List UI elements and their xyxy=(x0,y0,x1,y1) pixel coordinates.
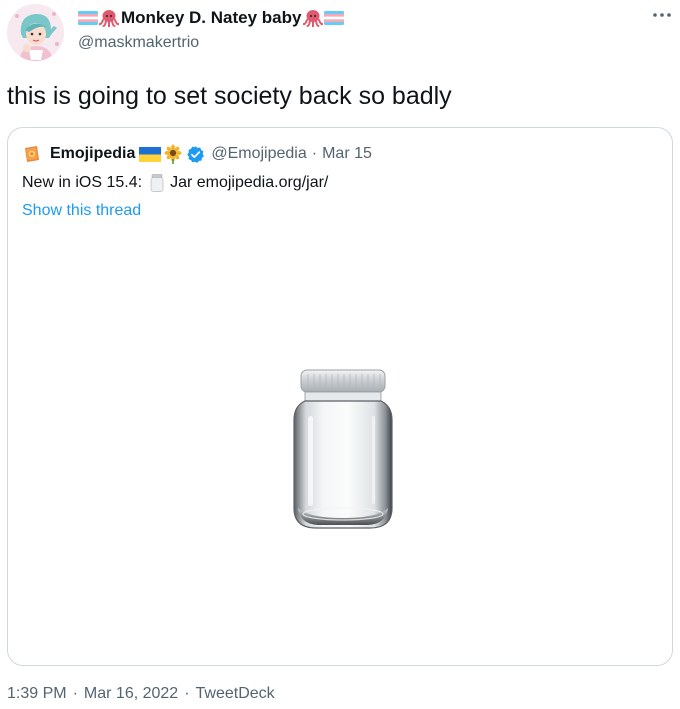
quoted-text-prefix: New in iOS 15.4: xyxy=(22,174,143,191)
quoted-date[interactable]: Mar 15 xyxy=(322,145,372,163)
sunflower-icon xyxy=(163,144,183,164)
jar-image[interactable] xyxy=(288,368,398,532)
octopus-icon xyxy=(303,9,324,27)
tweet-text: this is going to set society back so bad… xyxy=(7,82,452,110)
octopus-icon xyxy=(99,9,119,27)
author-avatar[interactable] xyxy=(7,4,64,61)
emojipedia-avatar xyxy=(22,144,42,164)
author-name-text: Monkey D. Natey baby xyxy=(121,8,302,27)
author-display-name[interactable]: Monkey D. Natey baby xyxy=(78,8,345,28)
dot-separator: · xyxy=(72,685,78,702)
tweet-metadata: 1:39 PM · Mar 16, 2022 · TweetDeck xyxy=(7,685,275,703)
jar-emoji-icon xyxy=(150,174,164,192)
verified-badge-icon xyxy=(186,145,205,164)
show-thread-link[interactable]: Show this thread xyxy=(22,202,141,220)
trans-flag-icon xyxy=(324,11,345,25)
dot-separator: · xyxy=(184,685,190,702)
quoted-handle[interactable]: @Emojipedia xyxy=(211,145,306,163)
trans-flag-icon xyxy=(78,11,98,25)
quoted-tweet-text: New in iOS 15.4: Jar emojipedia.org/jar/ xyxy=(22,174,328,192)
tweet-date[interactable]: Mar 16, 2022 xyxy=(84,685,178,703)
tweet-source[interactable]: TweetDeck xyxy=(196,685,275,703)
tweet-time[interactable]: 1:39 PM xyxy=(7,685,67,703)
more-options-icon[interactable] xyxy=(650,6,674,24)
dot-separator: · xyxy=(311,145,318,162)
ukraine-flag-icon xyxy=(139,146,162,162)
quoted-tweet-card[interactable]: Emojipedia @Emojipedia · Mar 15 New in i… xyxy=(7,127,673,666)
quoted-text-suffix: Jar emojipedia.org/jar/ xyxy=(170,174,329,191)
quoted-display-name[interactable]: Emojipedia xyxy=(50,145,135,163)
tweet: Monkey D. Natey baby @maskmakertrio this… xyxy=(0,0,680,709)
quoted-tweet-header: Emojipedia @Emojipedia · Mar 15 xyxy=(22,143,372,165)
author-handle[interactable]: @maskmakertrio xyxy=(78,34,199,52)
